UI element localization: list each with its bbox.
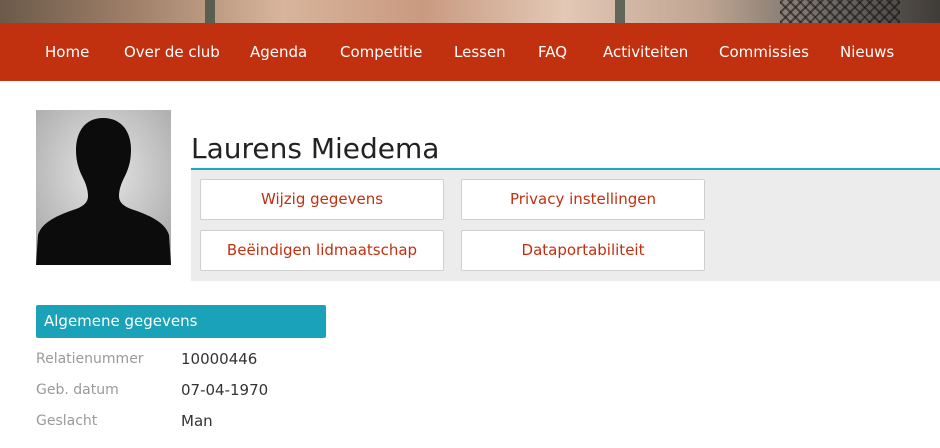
banner-tennis-net — [780, 0, 900, 23]
end-membership-button[interactable]: Beëindigen lidmaatschap — [200, 230, 444, 271]
nav-item-faq[interactable]: FAQ — [538, 23, 567, 81]
nav-item-competitie[interactable]: Competitie — [340, 23, 422, 81]
birth-date-label: Geb. datum — [36, 382, 119, 398]
data-portability-button[interactable]: Dataportabiliteit — [461, 230, 705, 271]
relation-number-value: 10000446 — [181, 350, 258, 368]
nav-item-activiteiten[interactable]: Activiteiten — [603, 23, 688, 81]
birth-date-value: 07-04-1970 — [181, 381, 269, 399]
gender-value: Man — [181, 412, 213, 430]
gender-label: Geslacht — [36, 413, 98, 429]
general-info-header: Algemene gegevens — [36, 305, 326, 338]
relation-number-label: Relatienummer — [36, 351, 144, 367]
banner-post — [205, 0, 215, 23]
privacy-settings-button[interactable]: Privacy instellingen — [461, 179, 705, 220]
nav-item-over-de-club[interactable]: Over de club — [124, 23, 220, 81]
nav-item-commissies[interactable]: Commissies — [719, 23, 809, 81]
edit-details-button[interactable]: Wijzig gegevens — [200, 179, 444, 220]
person-silhouette-icon — [36, 110, 171, 265]
nav-item-agenda[interactable]: Agenda — [250, 23, 307, 81]
header-banner-image — [0, 0, 940, 23]
nav-item-nieuws[interactable]: Nieuws — [840, 23, 894, 81]
avatar — [36, 110, 171, 265]
nav-item-lessen[interactable]: Lessen — [454, 23, 506, 81]
banner-post — [615, 0, 625, 23]
main-navigation: Home Over de club Agenda Competitie Less… — [0, 23, 940, 81]
nav-item-home[interactable]: Home — [45, 23, 89, 81]
profile-actions-panel: Wijzig gegevens Privacy instellingen Beë… — [191, 170, 940, 281]
profile-name: Laurens Miedema — [191, 132, 440, 165]
